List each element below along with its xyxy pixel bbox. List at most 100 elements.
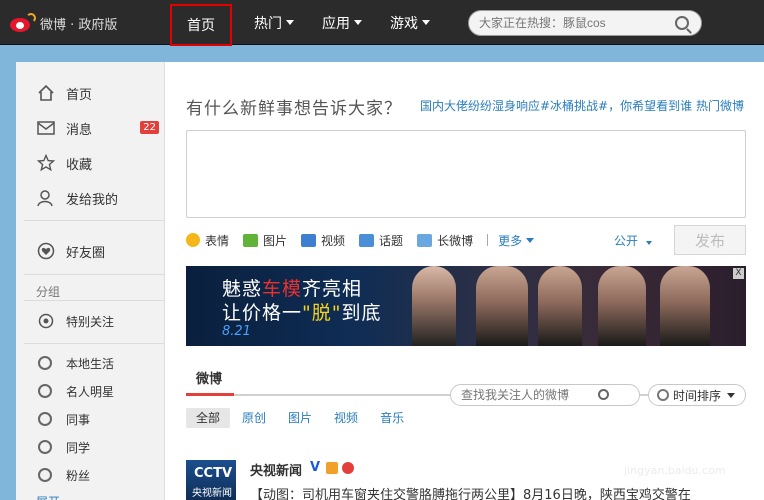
sidebar-item-label: 发给我的	[66, 192, 119, 208]
more-tools-button[interactable]: 更多	[498, 232, 535, 249]
sidebar-item-mentions[interactable]: 发给我的	[16, 184, 165, 212]
sort-label: 时间排序	[673, 388, 722, 403]
long-weibo-icon	[417, 233, 433, 247]
search-icon[interactable]	[598, 389, 609, 400]
ad-banner[interactable]: 魅惑车模齐亮相 让价格一"脱"到底 8.21 X	[186, 266, 746, 346]
more-label: 更多	[498, 233, 523, 248]
heart-icon	[36, 241, 56, 261]
emoji-button[interactable]: 表情	[186, 232, 229, 249]
divider	[24, 220, 164, 221]
weibo-logo[interactable]: 微博 · 政府版	[8, 11, 117, 35]
sidebar-item-label: 首页	[66, 87, 93, 103]
sort-dropdown[interactable]: 时间排序	[648, 384, 746, 406]
sidebar-group-celebrities[interactable]: 名人明星	[16, 377, 165, 405]
divider	[24, 274, 164, 275]
group-bubble-icon	[38, 412, 52, 426]
nav-games-label: 游戏	[390, 15, 418, 32]
feed-search-box	[450, 384, 640, 406]
nav-home-label: 首页	[187, 18, 215, 34]
banner-headline: 魅惑车模齐亮相	[222, 274, 362, 301]
nav-games-menu[interactable]: 游戏	[376, 0, 444, 45]
close-icon[interactable]: X	[733, 268, 744, 279]
sidebar-group-local[interactable]: 本地生活	[16, 349, 165, 377]
banner-text: 让价格一	[222, 302, 303, 324]
sidebar-item-home[interactable]: 首页	[16, 79, 165, 107]
global-search-input[interactable]	[469, 11, 659, 35]
banner-model-image	[660, 266, 710, 346]
chevron-down-icon	[354, 20, 362, 25]
banner-model-image	[476, 266, 528, 346]
weibo-eye-icon	[8, 13, 36, 33]
event-badge-icon	[342, 462, 354, 474]
banner-text-highlight: "脱"	[302, 302, 342, 324]
sidebar-item-label: 好友圈	[66, 245, 106, 261]
filter-tab-music[interactable]: 音乐	[370, 408, 414, 428]
sidebar-item-favorites[interactable]: 收藏	[16, 149, 165, 177]
sidebar-item-label: 特别关注	[66, 314, 115, 329]
watermark-main: Bai 经验	[588, 436, 679, 461]
visibility-dropdown[interactable]: 公开	[614, 232, 652, 249]
group-bubble-icon	[38, 440, 52, 454]
post-author[interactable]: 央视新闻	[250, 460, 302, 479]
banner-subline: 让价格一"脱"到底	[222, 298, 382, 325]
chevron-down-icon	[727, 392, 736, 398]
composer-toolbar: 表情 图片 视频 话题 长微博 更多	[186, 230, 548, 250]
left-sidebar: 首页 消息 22 收藏 发给我的 好友圈 分组 特别关注 本地生活 名人明星 同…	[16, 62, 165, 500]
home-icon	[36, 83, 56, 103]
banner-model-image	[412, 266, 456, 346]
sidebar-item-label: 同学	[66, 440, 91, 455]
filter-tab-original[interactable]: 原创	[232, 408, 276, 428]
chevron-down-icon	[526, 237, 535, 243]
feed-filter-tabs: 全部 原创 图片 视频 音乐	[186, 408, 416, 428]
video-button[interactable]: 视频	[301, 232, 345, 249]
long-weibo-label: 长微博	[437, 233, 474, 248]
clock-icon	[657, 389, 669, 401]
sidebar-expand-link[interactable]: 展开	[16, 487, 165, 500]
chevron-down-icon	[422, 20, 430, 25]
banner-text: 魅惑	[222, 278, 263, 300]
feed-tab-weibo[interactable]: 微博	[196, 368, 222, 387]
group-bubble-icon	[38, 468, 52, 482]
feed-search-input[interactable]	[451, 385, 591, 405]
divider	[24, 343, 164, 344]
topic-icon	[359, 233, 375, 247]
chevron-down-icon	[645, 241, 652, 245]
avatar-logo-text: CCTV	[194, 466, 233, 481]
topic-button[interactable]: 话题	[359, 232, 403, 249]
logo-text: 微博 · 政府版	[40, 17, 118, 33]
post-button[interactable]: 发布	[674, 225, 746, 255]
target-icon	[36, 311, 56, 331]
hot-topic-link[interactable]: 国内大佬纷纷湿身响应#冰桶挑战#，你希望看到谁	[420, 97, 692, 114]
image-icon	[243, 233, 259, 247]
star-icon	[36, 153, 56, 173]
compose-textarea[interactable]	[186, 130, 746, 218]
banner-model-image	[538, 266, 582, 346]
nav-hot-menu[interactable]: 热门	[240, 0, 308, 45]
long-weibo-button[interactable]: 长微博	[417, 232, 473, 249]
hot-weibo-link[interactable]: 热门微博	[696, 97, 744, 114]
search-icon[interactable]	[675, 16, 689, 30]
nav-hot-label: 热门	[254, 15, 282, 32]
sidebar-group-fans[interactable]: 粉丝	[16, 461, 165, 489]
visibility-label: 公开	[614, 234, 639, 248]
sidebar-item-friends-circle[interactable]: 好友圈	[16, 237, 165, 265]
sidebar-item-special-follow[interactable]: 特别关注	[16, 307, 165, 335]
image-label: 图片	[263, 233, 288, 248]
sidebar-item-label: 消息	[66, 122, 93, 138]
banner-text: 到底	[341, 302, 382, 324]
filter-tab-all[interactable]: 全部	[186, 408, 231, 428]
sidebar-item-label: 同事	[66, 412, 91, 427]
watermark-sub: jingyan.baidu.com	[624, 464, 726, 477]
top-navigation-bar: 微博 · 政府版 首页 热门 应用 游戏	[0, 0, 764, 46]
filter-tab-images[interactable]: 图片	[278, 408, 322, 428]
avatar-sub-text: 央视新闻	[192, 488, 232, 499]
filter-tab-videos[interactable]: 视频	[324, 408, 368, 428]
sidebar-group-classmates[interactable]: 同学	[16, 433, 165, 461]
nav-apps-menu[interactable]: 应用	[308, 0, 376, 45]
image-button[interactable]: 图片	[243, 232, 287, 249]
sidebar-group-colleagues[interactable]: 同事	[16, 405, 165, 433]
avatar[interactable]: CCTV 央视新闻	[186, 460, 236, 500]
nav-home-tab[interactable]: 首页	[170, 4, 232, 46]
sidebar-item-messages[interactable]: 消息 22	[16, 114, 165, 142]
user-mention-icon	[36, 188, 56, 208]
